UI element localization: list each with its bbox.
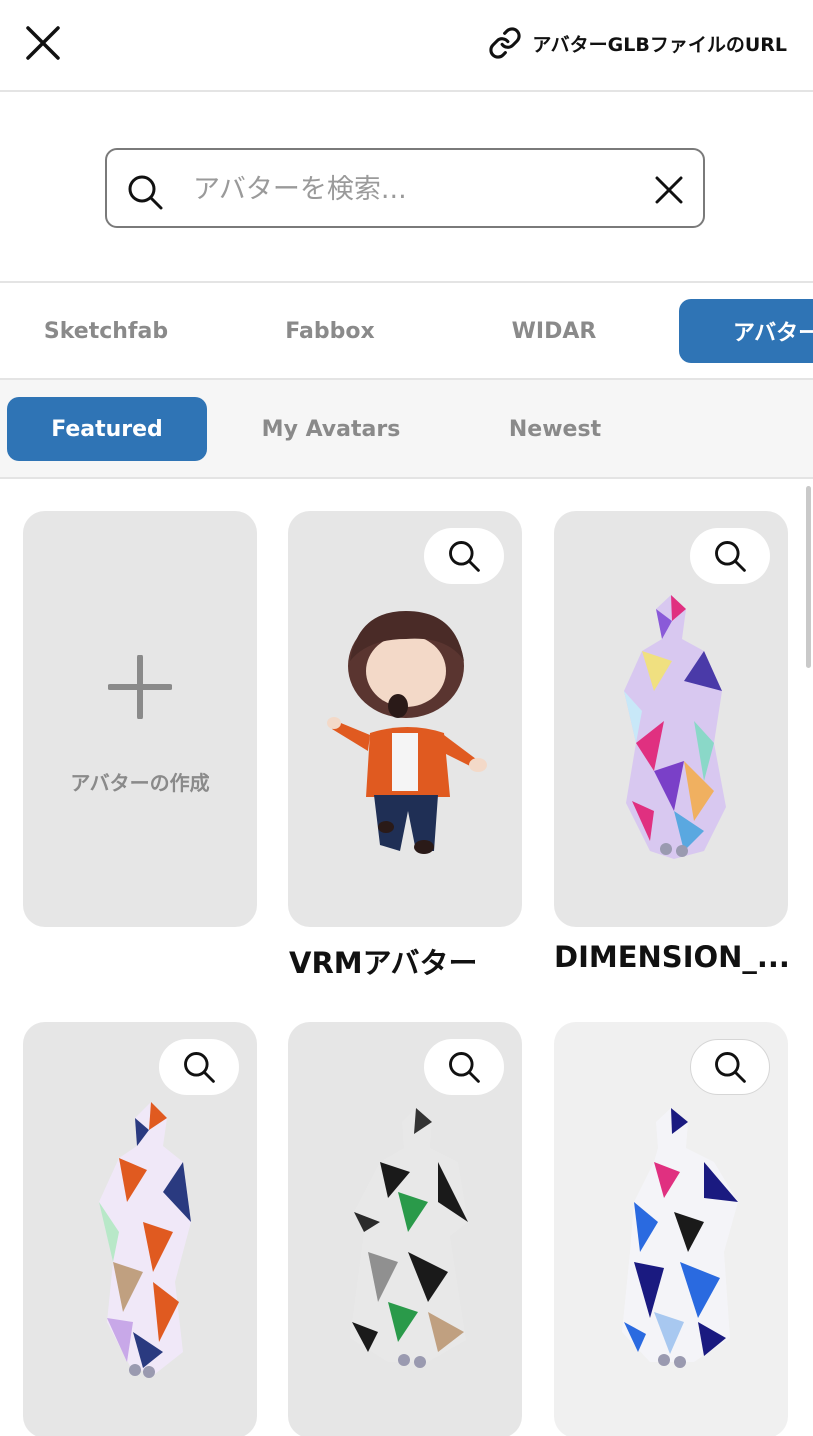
avatar-card[interactable] bbox=[23, 1022, 257, 1436]
avatar-card[interactable] bbox=[288, 1022, 522, 1436]
avatar-card[interactable] bbox=[554, 511, 788, 927]
avatar-thumbnail bbox=[99, 1102, 191, 1378]
avatar-thumbnail bbox=[350, 1108, 468, 1368]
tab-my-avatars[interactable]: My Avatars bbox=[231, 397, 431, 461]
avatar-thumbnail bbox=[327, 611, 487, 854]
tab-fabbox[interactable]: Fabbox bbox=[224, 299, 436, 363]
close-icon bbox=[655, 176, 683, 204]
avatar-card[interactable] bbox=[554, 1022, 788, 1436]
glb-url-label: アバターGLBファイルのURL bbox=[532, 33, 787, 56]
tab-widar[interactable]: WIDAR bbox=[448, 299, 660, 363]
avatar-thumbnail bbox=[622, 1108, 738, 1368]
scrollbar[interactable] bbox=[806, 486, 811, 668]
tab-newest[interactable]: Newest bbox=[455, 397, 655, 461]
glb-url-link[interactable]: アバターGLBファイルのURL bbox=[488, 24, 787, 62]
clear-search-button[interactable] bbox=[651, 172, 687, 208]
avatar-title: VRMアバター bbox=[289, 946, 478, 980]
source-tabs: Sketchfab Fabbox WIDAR アバター bbox=[0, 281, 813, 380]
close-button[interactable] bbox=[20, 20, 66, 66]
plus-icon bbox=[108, 655, 172, 719]
search-icon bbox=[128, 175, 163, 210]
link-icon bbox=[489, 27, 521, 59]
search-input[interactable] bbox=[193, 164, 633, 214]
avatar-title: DIMENSION_... bbox=[554, 940, 790, 974]
tab-avatar[interactable]: アバター bbox=[679, 299, 813, 363]
create-avatar-label: アバターの作成 bbox=[70, 771, 210, 795]
top-bar: アバターGLBファイルのURL bbox=[0, 0, 813, 92]
filter-tabs: Featured My Avatars Newest bbox=[0, 380, 813, 479]
avatar-card[interactable] bbox=[288, 511, 522, 927]
create-avatar-card[interactable]: アバターの作成 bbox=[23, 511, 257, 927]
tab-sketchfab[interactable]: Sketchfab bbox=[0, 299, 212, 363]
close-icon bbox=[26, 26, 60, 60]
tab-featured[interactable]: Featured bbox=[7, 397, 207, 461]
avatar-thumbnail bbox=[624, 595, 726, 859]
search-box bbox=[105, 148, 705, 228]
